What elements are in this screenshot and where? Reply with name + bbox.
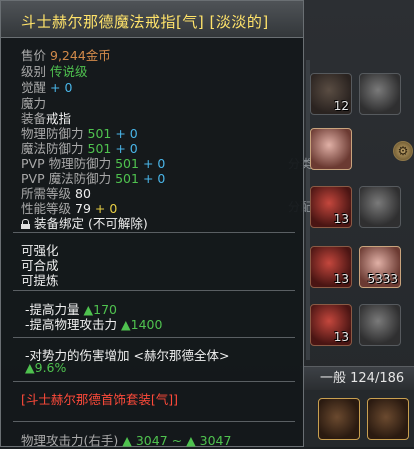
set-name: [斗士赫尔那德首饰套装[气]]	[21, 392, 179, 407]
gear-icon[interactable]: ⚙	[393, 141, 413, 161]
inventory-count-bar[interactable]: 一般 124/186	[300, 366, 414, 390]
price-unit: 金币	[85, 48, 111, 63]
divider	[13, 337, 295, 338]
pvp-mag-def-value: 501	[115, 171, 139, 186]
inventory-slot-gauntlet[interactable]	[359, 73, 401, 115]
stat-phys-atk-value: ▲1400	[121, 317, 163, 332]
inventory-slot-costume[interactable]	[310, 128, 352, 170]
bind-row: 装备绑定 (不可解除)	[21, 213, 148, 232]
inventory-slot-sword[interactable]	[359, 304, 401, 346]
inventory-slot-flower[interactable]: 5333	[359, 246, 401, 288]
inventory-slot-item-2[interactable]: 13	[310, 186, 352, 228]
bind-text: 装备绑定 (不可解除)	[34, 216, 148, 231]
tooltip-header: 斗士赫尔那德魔法戒指[气] [淡淡的]	[1, 1, 303, 38]
attack-label: 物理攻击力(右手)	[21, 433, 119, 448]
item-tooltip: 斗士赫尔那德魔法戒指[气] [淡淡的] 售价 9,244金币 级别 传说级 觉醒…	[0, 0, 304, 449]
divider	[13, 290, 295, 291]
inventory-slot-item-3[interactable]: 13	[310, 246, 352, 288]
divider	[13, 381, 295, 382]
pvp-mag-def-bonus: + 0	[142, 171, 166, 186]
stat-phys-atk-label: -提高物理攻击力	[25, 317, 118, 332]
slot-quantity: 5333	[367, 272, 398, 286]
attack-value: ▲ 3047 ~ ▲ 3047	[122, 433, 232, 448]
slot-quantity: 13	[333, 212, 349, 226]
special-effect-value: ▲9.6%	[25, 360, 67, 375]
inventory-count-label: 一般 124/186	[320, 371, 405, 386]
lock-icon	[21, 219, 30, 229]
inventory-slot-accessory-2[interactable]	[367, 398, 409, 440]
attack-row: 物理攻击力(右手) ▲ 3047 ~ ▲ 3047	[21, 430, 231, 449]
item-title: 斗士赫尔那德魔法戒指[气] [淡淡的]	[21, 13, 269, 31]
awaken-bonus: + 0	[50, 80, 73, 95]
slot-quantity: 12	[333, 99, 349, 113]
inventory-slot-accessory-1[interactable]	[318, 398, 360, 440]
inventory-slot-item-1[interactable]: 12	[310, 73, 352, 115]
stat-phys-atk-row: -提高物理攻击力 ▲1400	[25, 314, 162, 333]
divider	[13, 421, 295, 422]
slot-quantity: 13	[333, 272, 349, 286]
inventory-slot-armor[interactable]	[359, 186, 401, 228]
divider	[13, 232, 295, 233]
inventory-slot-item-4[interactable]: 13	[310, 304, 352, 346]
can-refine: 可提炼	[21, 273, 59, 288]
slot-quantity: 13	[333, 330, 349, 344]
